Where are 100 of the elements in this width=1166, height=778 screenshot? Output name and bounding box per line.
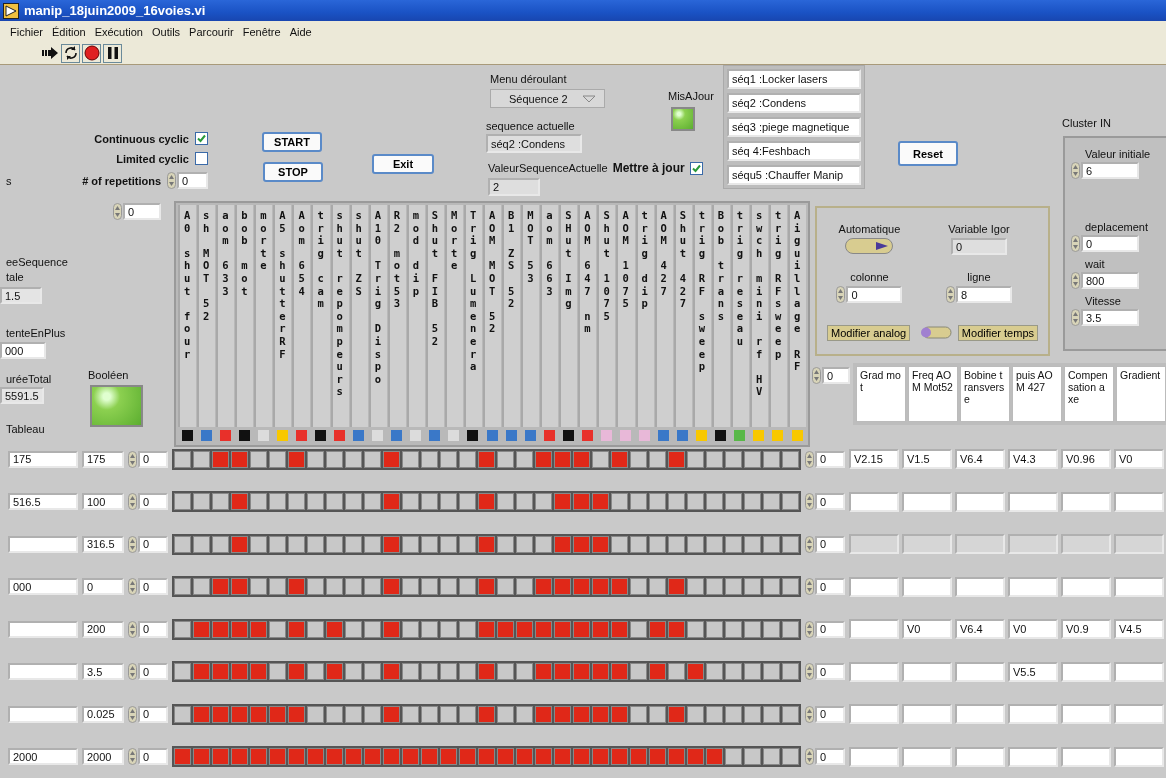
analog-field[interactable] (1008, 704, 1058, 724)
analog-field[interactable] (849, 576, 899, 597)
channel-toggle[interactable] (535, 620, 552, 638)
stop-button[interactable]: STOP (263, 162, 323, 182)
channel-toggle[interactable] (345, 705, 362, 723)
channel-toggle[interactable] (269, 620, 286, 638)
number-field[interactable]: 0 (815, 535, 845, 553)
channel-toggle[interactable] (725, 450, 742, 468)
channel-toggle[interactable] (269, 535, 286, 553)
number-field[interactable]: 3.5 (1081, 309, 1139, 326)
channel-toggle[interactable] (744, 535, 761, 553)
time-field[interactable]: 000 (8, 578, 78, 595)
number-field[interactable]: 0 (815, 578, 845, 595)
channel-toggle[interactable] (174, 535, 191, 553)
channel-toggle[interactable] (421, 620, 438, 638)
channel-toggle[interactable] (440, 450, 457, 468)
analog-field[interactable] (955, 576, 1005, 597)
number-field[interactable]: 0 (815, 450, 845, 468)
channel-toggle[interactable] (592, 620, 609, 638)
channel-toggle[interactable] (250, 705, 267, 723)
analog-field[interactable]: V6.4 (955, 449, 1005, 469)
channel-toggle[interactable] (250, 450, 267, 468)
analog-field[interactable] (902, 661, 952, 682)
spinner-arrows-icon[interactable] (113, 203, 122, 220)
spinner-arrows-icon[interactable] (805, 705, 814, 723)
channel-toggle[interactable] (269, 705, 286, 723)
menu-item[interactable]: Parcourir (189, 25, 234, 38)
channel-toggle[interactable] (440, 535, 457, 553)
number-field[interactable]: 0 (138, 535, 168, 553)
duration-field[interactable]: 175 (82, 450, 124, 468)
channel-toggle[interactable] (706, 535, 723, 553)
channel-toggle[interactable] (326, 705, 343, 723)
channel-toggle[interactable] (231, 705, 248, 723)
channel-toggle[interactable] (364, 450, 381, 468)
analog-field[interactable]: V0.96 (1061, 449, 1111, 469)
number-field[interactable]: 0 (177, 172, 208, 189)
dropdown[interactable]: Séquence 2 (490, 89, 605, 108)
time-field[interactable]: 2000 (8, 748, 78, 765)
pause-icon[interactable] (103, 43, 122, 63)
channel-toggle[interactable] (269, 450, 286, 468)
time-field[interactable]: 516.5 (8, 493, 78, 510)
spinner-arrows-icon[interactable] (128, 663, 137, 680)
text-field[interactable]: séq 4:Feshbach (727, 141, 861, 161)
analog-field[interactable]: V0.9 (1061, 619, 1111, 639)
duration-field[interactable]: 0.025 (82, 705, 124, 723)
channel-toggle[interactable] (478, 450, 495, 468)
channel-toggle[interactable] (554, 705, 571, 723)
channel-toggle[interactable] (459, 535, 476, 553)
checkbox[interactable] (689, 161, 703, 175)
channel-toggle[interactable] (174, 450, 191, 468)
channel-toggle[interactable] (459, 705, 476, 723)
channel-toggle[interactable] (611, 620, 628, 638)
channel-toggle[interactable] (535, 705, 552, 723)
channel-toggle[interactable] (288, 535, 305, 553)
number-field[interactable]: 0 (138, 620, 168, 638)
channel-toggle[interactable] (535, 450, 552, 468)
channel-toggle[interactable] (573, 705, 590, 723)
spinner-arrows-icon[interactable] (128, 705, 137, 723)
channel-toggle[interactable] (212, 535, 229, 553)
checkbox[interactable] (195, 152, 208, 165)
time-field[interactable] (8, 663, 78, 680)
channel-toggle[interactable] (782, 450, 799, 468)
number-field[interactable]: 0 (815, 493, 845, 510)
channel-toggle[interactable] (592, 535, 609, 553)
channel-toggle[interactable] (668, 450, 685, 468)
channel-toggle[interactable] (554, 450, 571, 468)
channel-toggle[interactable] (592, 705, 609, 723)
channel-toggle[interactable] (782, 620, 799, 638)
channel-toggle[interactable] (326, 535, 343, 553)
analog-field[interactable]: V4.3 (1008, 449, 1058, 469)
analog-field[interactable] (902, 746, 952, 767)
channel-toggle[interactable] (573, 535, 590, 553)
spinner-arrows-icon[interactable] (128, 748, 137, 765)
analog-field[interactable] (1008, 491, 1058, 512)
channel-toggle[interactable] (687, 450, 704, 468)
analog-field[interactable] (1008, 576, 1058, 597)
channel-toggle[interactable] (402, 705, 419, 723)
channel-toggle[interactable] (174, 620, 191, 638)
number-field[interactable]: 0 (815, 663, 845, 680)
channel-toggle[interactable] (193, 535, 210, 553)
number-field[interactable]: 6 (1081, 162, 1139, 179)
channel-toggle[interactable] (687, 705, 704, 723)
spinner-arrows-icon[interactable] (812, 367, 821, 384)
analog-field[interactable] (955, 704, 1005, 724)
analog-field[interactable]: V2.15 (849, 449, 899, 469)
channel-toggle[interactable] (516, 705, 533, 723)
channel-toggle[interactable] (307, 705, 324, 723)
number-field[interactable]: 0 (138, 578, 168, 595)
channel-toggle[interactable] (649, 535, 666, 553)
analog-field[interactable] (902, 576, 952, 597)
channel-toggle[interactable] (763, 535, 780, 553)
channel-toggle[interactable] (193, 620, 210, 638)
text-field[interactable]: séqu5 :Chauffer Manip (727, 165, 861, 185)
spinner-arrows-icon[interactable] (128, 535, 137, 553)
analog-field[interactable]: V4.5 (1114, 619, 1164, 639)
channel-toggle[interactable] (345, 535, 362, 553)
analog-field[interactable] (1114, 661, 1164, 682)
channel-toggle[interactable] (250, 535, 267, 553)
spinner-arrows-icon[interactable] (805, 535, 814, 553)
channel-toggle[interactable] (307, 450, 324, 468)
